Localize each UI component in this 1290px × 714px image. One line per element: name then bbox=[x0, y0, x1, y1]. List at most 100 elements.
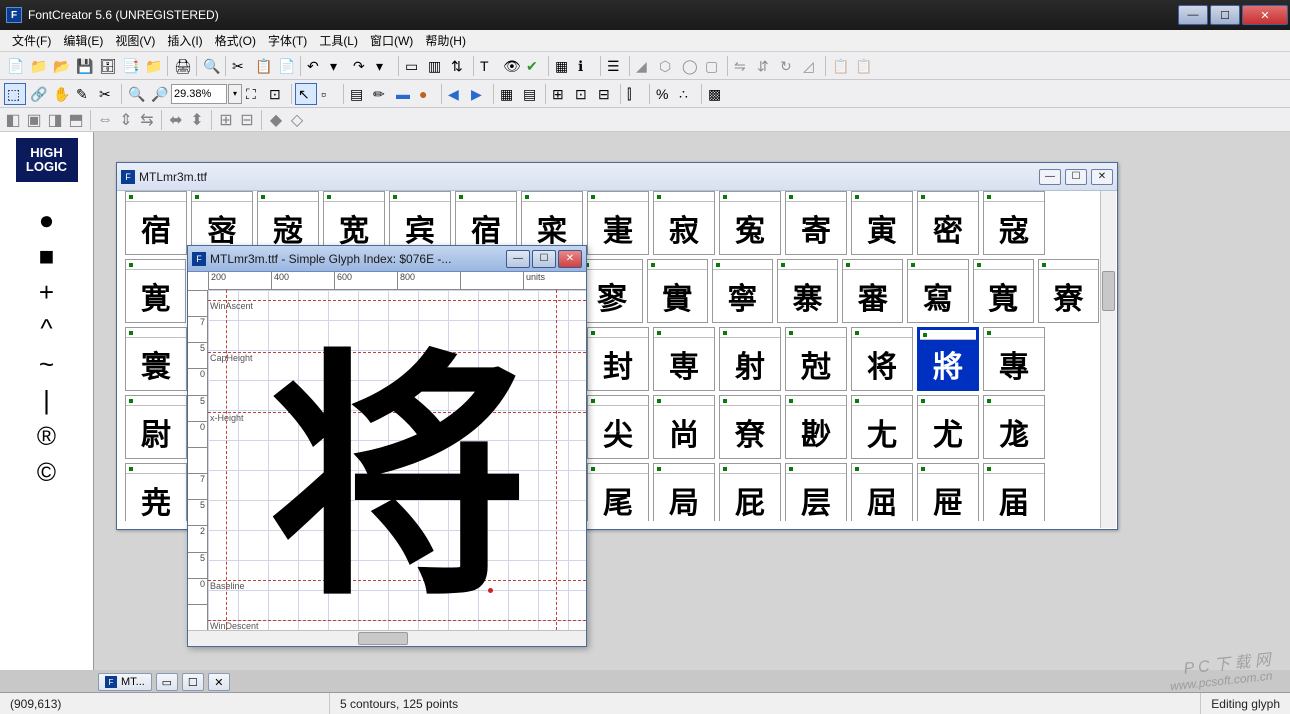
rotate-icon[interactable]: ↻ bbox=[777, 55, 799, 77]
close-button[interactable]: ✕ bbox=[1242, 5, 1288, 25]
redo-icon[interactable]: ↷ bbox=[350, 55, 372, 77]
xtra2-icon[interactable]: ◇ bbox=[288, 111, 306, 129]
undo-drop-icon[interactable]: ▾ bbox=[327, 55, 349, 77]
glyph-cell[interactable]: 寮 bbox=[1038, 259, 1099, 323]
new-icon[interactable]: 📄 bbox=[4, 55, 26, 77]
glyph-cell[interactable]: 尞 bbox=[719, 395, 781, 459]
same-w-icon[interactable]: ⬌ bbox=[167, 111, 185, 129]
circle-shape-icon[interactable]: ● bbox=[416, 83, 438, 105]
glyph-cell[interactable]: 實 bbox=[647, 259, 708, 323]
glyph-cell[interactable]: 寄 bbox=[785, 191, 847, 255]
sort-icon[interactable]: ⇅ bbox=[448, 55, 470, 77]
taskbar-tab[interactable]: F MT... bbox=[98, 673, 152, 691]
minimize-button[interactable]: — bbox=[1178, 5, 1208, 25]
glyph-cell[interactable]: 尖 bbox=[587, 395, 649, 459]
nodes-icon[interactable]: ∴ bbox=[676, 83, 698, 105]
lasso-icon[interactable]: 🔗 bbox=[27, 83, 49, 105]
grid-icon[interactable]: ▦ bbox=[497, 83, 519, 105]
flip-h-icon[interactable]: ⇋ bbox=[731, 55, 753, 77]
glyph-cell[interactable]: 宿 bbox=[125, 191, 187, 255]
group-icon[interactable]: ⊞ bbox=[217, 111, 235, 129]
menu-item[interactable]: 字体(T) bbox=[262, 30, 313, 51]
glyph-cell[interactable]: 射 bbox=[719, 327, 781, 391]
glyph-cell[interactable]: 屉 bbox=[917, 463, 979, 521]
pencil-icon[interactable]: ✏ bbox=[370, 83, 392, 105]
glyph-cell[interactable]: 尤 bbox=[917, 395, 979, 459]
glyph-cell[interactable]: 寧 bbox=[712, 259, 773, 323]
glyph-cell[interactable]: 封 bbox=[587, 327, 649, 391]
glyph-cell[interactable]: 寁 bbox=[587, 191, 649, 255]
glyph-cell[interactable]: 寬 bbox=[973, 259, 1034, 323]
glyph-cell[interactable]: 寂 bbox=[653, 191, 715, 255]
print-icon[interactable]: 🖨 bbox=[171, 55, 193, 77]
validate-icon[interactable]: % bbox=[653, 83, 675, 105]
glyph-cell[interactable]: 寥 bbox=[581, 259, 642, 323]
glyph-cell[interactable]: 将 bbox=[851, 327, 913, 391]
tool-a-icon[interactable]: ◢ bbox=[633, 55, 655, 77]
menu-item[interactable]: 工具(L) bbox=[313, 30, 364, 51]
editor-hscrollbar[interactable] bbox=[188, 630, 586, 646]
palette-sample[interactable]: © bbox=[29, 454, 65, 490]
glyph-cell[interactable]: 尢 bbox=[851, 395, 913, 459]
menu-item[interactable]: 格式(O) bbox=[209, 30, 262, 51]
palette-sample[interactable]: ~ bbox=[29, 346, 65, 382]
tool-c-icon[interactable]: ◯ bbox=[679, 55, 701, 77]
glyph-cell[interactable]: 將 bbox=[917, 327, 979, 391]
grid-tool-icon[interactable]: ▦ bbox=[552, 55, 574, 77]
fit-sel-icon[interactable]: ⊡ bbox=[266, 83, 288, 105]
ed-max-button[interactable]: ☐ bbox=[532, 250, 556, 268]
snap2-icon[interactable]: ⊡ bbox=[572, 83, 594, 105]
editor-plot[interactable]: WinAscentCapHeightx-HeightBaselineWinDes… bbox=[208, 290, 586, 630]
align-c-icon[interactable]: ▣ bbox=[25, 111, 43, 129]
menu-item[interactable]: 编辑(E) bbox=[57, 30, 109, 51]
glyph-cell[interactable]: 寨 bbox=[777, 259, 838, 323]
saveall-icon[interactable]: 🗄 bbox=[96, 55, 118, 77]
taskbar-max-button[interactable]: ☐ bbox=[182, 673, 204, 691]
open2-icon[interactable]: 📂 bbox=[50, 55, 72, 77]
glyph-cell[interactable]: 局 bbox=[653, 463, 715, 521]
scrollbar-thumb[interactable] bbox=[1102, 271, 1115, 311]
snap1-icon[interactable]: ⊞ bbox=[549, 83, 571, 105]
guides-icon[interactable]: ▤ bbox=[520, 83, 542, 105]
preview-icon[interactable]: 👁 bbox=[500, 55, 522, 77]
info-icon[interactable]: ℹ bbox=[575, 55, 597, 77]
hand-icon[interactable]: ✋ bbox=[50, 83, 72, 105]
fit-icon[interactable]: ⛶ bbox=[243, 83, 265, 105]
zoom-out-icon[interactable]: 🔎 bbox=[148, 83, 170, 105]
undo-icon[interactable]: ↶ bbox=[304, 55, 326, 77]
win-min-button[interactable]: — bbox=[1039, 169, 1061, 185]
knife-icon[interactable]: ✂ bbox=[96, 83, 118, 105]
layer-icon[interactable]: ▤ bbox=[347, 83, 369, 105]
editor-titlebar[interactable]: F MTLmr3m.ttf - Simple Glyph Index: $076… bbox=[188, 246, 586, 272]
glyph-cell[interactable]: 尅 bbox=[785, 327, 847, 391]
menu-item[interactable]: 帮助(H) bbox=[419, 30, 472, 51]
zoom-in-icon[interactable]: 🔍 bbox=[125, 83, 147, 105]
dist-v-icon[interactable]: ⇕ bbox=[117, 111, 135, 129]
same-h-icon[interactable]: ⬍ bbox=[188, 111, 206, 129]
arrow-tool-icon[interactable]: ↖ bbox=[295, 83, 317, 105]
zoom-dropdown[interactable]: ▾ bbox=[228, 84, 242, 104]
menu-item[interactable]: 视图(V) bbox=[109, 30, 161, 51]
clip1-icon[interactable]: 📋 bbox=[829, 55, 851, 77]
select-rect-icon[interactable]: ⬚ bbox=[4, 83, 26, 105]
glyph-cell[interactable]: 審 bbox=[842, 259, 903, 323]
editor-glyph[interactable]: 将 bbox=[248, 300, 548, 610]
taskbar-restore-button[interactable]: ▭ bbox=[156, 673, 178, 691]
flip-v-icon[interactable]: ⇵ bbox=[754, 55, 776, 77]
menu-item[interactable]: 插入(I) bbox=[161, 30, 208, 51]
snap3-icon[interactable]: ⊟ bbox=[595, 83, 617, 105]
list-icon[interactable]: ☰ bbox=[604, 55, 626, 77]
glyph-cell[interactable]: 尠 bbox=[785, 395, 847, 459]
glyph-cell[interactable]: 寰 bbox=[125, 327, 187, 391]
glyph-editor-window[interactable]: F MTLmr3m.ttf - Simple Glyph Index: $076… bbox=[187, 245, 587, 647]
glyph-cell[interactable]: 屁 bbox=[719, 463, 781, 521]
glyph-cell[interactable]: 密 bbox=[917, 191, 979, 255]
hscroll-thumb[interactable] bbox=[358, 632, 408, 645]
menu-item[interactable]: 文件(F) bbox=[6, 30, 57, 51]
rect-shape-icon[interactable]: ▬ bbox=[393, 83, 415, 105]
palette-sample[interactable]: ■ bbox=[29, 238, 65, 274]
tool-b-icon[interactable]: ⬡ bbox=[656, 55, 678, 77]
save-icon[interactable]: 💾 bbox=[73, 55, 95, 77]
align-r-icon[interactable]: ◨ bbox=[46, 111, 64, 129]
glyph-cell[interactable]: 寅 bbox=[851, 191, 913, 255]
